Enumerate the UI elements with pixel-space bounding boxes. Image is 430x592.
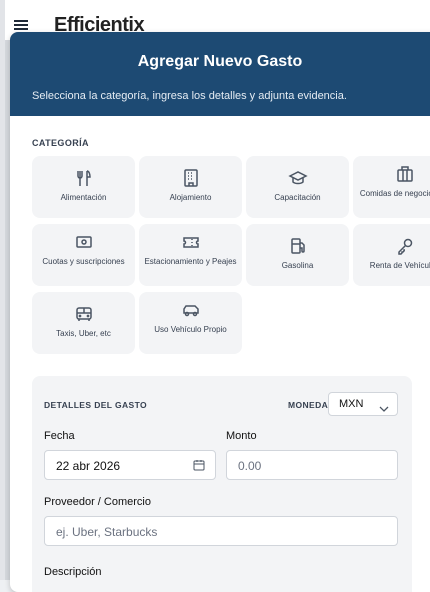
- calendar-icon[interactable]: [193, 458, 205, 476]
- date-label: Fecha: [44, 430, 75, 442]
- left-edge: [0, 0, 5, 580]
- category-label: Cuotas y suscripciones: [42, 257, 125, 266]
- banknote-icon: [32, 232, 135, 254]
- category-label: Gasolina: [281, 261, 314, 270]
- category-taxis[interactable]: Taxis, Uber, etc: [32, 292, 135, 354]
- category-cuotas[interactable]: Cuotas y suscripciones: [32, 224, 135, 286]
- category-gasolina[interactable]: Gasolina: [246, 224, 349, 286]
- bus-icon: [32, 304, 135, 326]
- amount-label: Monto: [226, 430, 257, 442]
- utensils-icon: [32, 168, 135, 190]
- expense-details-panel: DETALLES DEL GASTO MONEDA MXN Fecha 22 a…: [32, 376, 412, 592]
- graduation-cap-icon: [246, 168, 349, 190]
- modal-subtitle: Selecciona la categoría, ingresa los det…: [32, 90, 347, 102]
- add-expense-modal: Agregar Nuevo Gasto Selecciona la catego…: [10, 32, 430, 592]
- currency-label: MONEDA: [288, 400, 329, 410]
- category-label: Taxis, Uber, etc: [56, 329, 111, 338]
- ticket-icon: [139, 232, 242, 254]
- date-value: 22 abr 2026: [56, 459, 121, 473]
- category-comidas-negocios[interactable]: Comidas de negocios y...: [353, 156, 430, 218]
- category-alimentacion[interactable]: Alimentación: [32, 156, 135, 218]
- category-capacitacion[interactable]: Capacitación: [246, 156, 349, 218]
- date-field[interactable]: 22 abr 2026: [44, 450, 216, 480]
- currency-value: MXN: [339, 398, 364, 410]
- modal-title: Agregar Nuevo Gasto: [137, 53, 303, 70]
- category-uso-vehiculo-propio[interactable]: Uso Vehículo Propio: [139, 292, 242, 354]
- category-label: Renta de Vehículos: [369, 261, 430, 270]
- briefcase-icon: [353, 164, 430, 186]
- category-label: Comidas de negocios y...: [359, 189, 430, 198]
- vendor-label: Proveedor / Comercio: [44, 496, 151, 508]
- vendor-placeholder: ej. Uber, Starbucks: [56, 525, 158, 539]
- description-label: Descripción: [44, 566, 102, 578]
- category-label: Estacionamiento y Peajes: [144, 257, 237, 266]
- amount-input[interactable]: 0.00: [226, 450, 398, 480]
- fuel-icon: [246, 236, 349, 258]
- currency-select[interactable]: MXN: [328, 392, 398, 416]
- chevron-down-icon: [379, 400, 389, 418]
- car-icon: [139, 300, 242, 322]
- category-label: Capacitación: [274, 193, 321, 202]
- modal-header: Agregar Nuevo Gasto Selecciona la catego…: [10, 32, 430, 116]
- category-label: Alimentación: [60, 193, 107, 202]
- amount-placeholder: 0.00: [238, 459, 262, 473]
- category-label: Uso Vehículo Propio: [154, 325, 227, 334]
- key-icon: [353, 236, 430, 258]
- vendor-input[interactable]: ej. Uber, Starbucks: [44, 516, 398, 546]
- category-alojamiento[interactable]: Alojamiento: [139, 156, 242, 218]
- menu-icon[interactable]: [14, 20, 28, 30]
- details-section-label: DETALLES DEL GASTO: [44, 400, 148, 410]
- category-renta-vehiculos[interactable]: Renta de Vehículos: [353, 224, 430, 286]
- category-estacionamiento[interactable]: Estacionamiento y Peajes: [139, 224, 242, 286]
- building-icon: [139, 168, 242, 190]
- category-label: Alojamiento: [169, 193, 212, 202]
- category-section-label: CATEGORÍA: [32, 138, 89, 148]
